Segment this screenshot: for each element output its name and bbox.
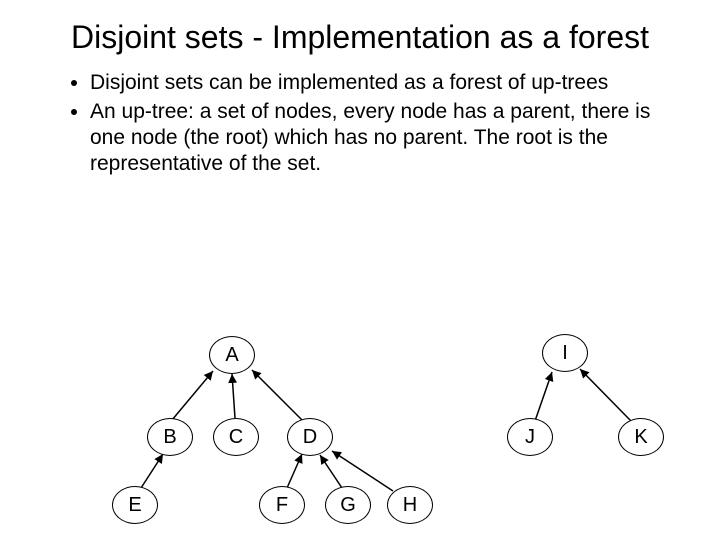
node-K: K: [618, 418, 664, 456]
node-F: F: [259, 486, 305, 524]
bullet-list: Disjoint sets can be implemented as a fo…: [50, 70, 680, 177]
bullet-item: An up-tree: a set of nodes, every node h…: [90, 99, 680, 178]
node-E: E: [112, 486, 158, 524]
forest-diagram: A B C D E F G H I J K: [0, 308, 720, 548]
node-C: C: [213, 418, 259, 456]
node-B: B: [147, 418, 193, 456]
slide-title: Disjoint sets - Implementation as a fore…: [40, 18, 680, 56]
node-H: H: [387, 486, 433, 524]
node-I: I: [542, 334, 588, 372]
node-G: G: [325, 486, 371, 524]
node-A: A: [209, 336, 255, 374]
node-D: D: [287, 418, 333, 456]
node-J: J: [507, 418, 553, 456]
bullet-item: Disjoint sets can be implemented as a fo…: [90, 70, 680, 96]
